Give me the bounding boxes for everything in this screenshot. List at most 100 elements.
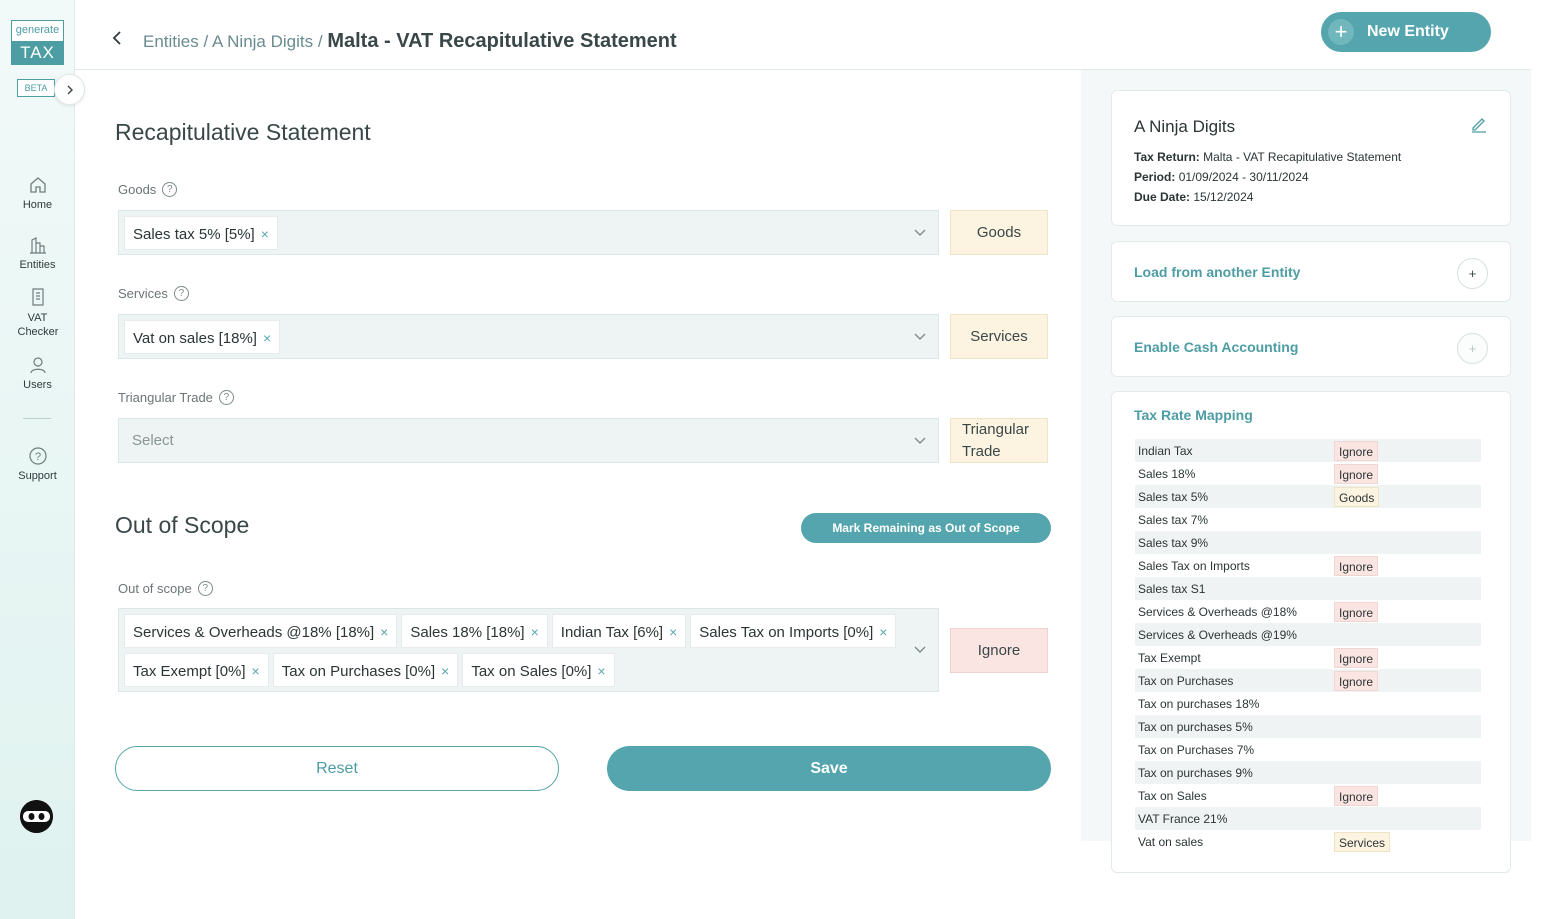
mapping-row: VAT France 21% [1135,807,1481,830]
nav-vat-checker-label: VAT Checker [17,312,59,338]
nav-users-label: Users [23,379,52,391]
nav-entities[interactable]: Entities [0,235,75,271]
remove-chip-icon[interactable]: × [669,624,677,640]
tax-rate-mapping-list: Indian Tax Ignore Sales 18% Ignore Sales tax… [1135,439,1481,853]
tax-rate-mapping-title: Tax Rate Mapping [1134,407,1253,423]
chevron-right-icon [67,85,73,94]
ninja-avatar-icon [20,800,53,833]
mapping-row-value: Ignore [1334,463,1379,484]
building-icon [29,237,46,254]
mapping-row-name: Sales tax 5% [1138,489,1209,504]
mapping-row-name: Tax on Purchases 7% [1138,742,1255,757]
chevron-down-icon [914,437,926,444]
section-title-recapitulative: Recapitulative Statement [115,119,371,145]
chip-label: Tax on Purchases [0%] [281,663,436,680]
oos-chip: Services & Overheads @18% [18%] × [124,614,398,648]
user-icon [29,357,46,374]
cash-accounting-card[interactable]: Enable Cash Accounting + [1111,316,1511,377]
triangular-select[interactable]: Select [118,418,939,463]
remove-chip-icon[interactable]: × [263,330,271,346]
help-icon[interactable]: ? [173,286,189,301]
mapping-row-value: Ignore [1334,785,1379,806]
nav-home[interactable]: Home [0,175,75,211]
mapping-row-name: Tax on Sales [1138,788,1207,803]
triangular-label: Triangular Trade ? [118,390,234,405]
save-button[interactable]: Save [607,746,1051,791]
remove-chip-icon[interactable]: × [879,624,887,640]
help-icon[interactable]: ? [162,182,178,197]
edit-entity-button[interactable] [1470,115,1488,138]
chevron-left-icon [112,31,121,45]
chip-label: Sales Tax on Imports [0%] [699,624,874,641]
help-icon[interactable]: ? [197,581,213,596]
nav-users[interactable]: Users [0,355,75,391]
logo-bottom-text: TAX [12,41,63,65]
mapping-row-name: Vat on sales [1138,834,1204,849]
nav-support[interactable]: ? Support [0,446,75,482]
sidebar-expand-button[interactable] [54,74,85,105]
remove-chip-icon[interactable]: × [380,624,388,640]
remove-chip-icon[interactable]: × [597,663,605,679]
new-entity-button[interactable]: + New Entity [1321,12,1491,52]
nav-home-label: Home [22,199,53,211]
ignore-tag: Ignore [950,628,1048,673]
chip-row: Tax Exempt [0%] × Tax on Purchases [0%] × Ta… [124,653,898,692]
services-select[interactable]: Vat on sales [18%] × [118,314,939,359]
remove-chip-icon[interactable]: × [441,663,449,679]
pencil-icon [1472,118,1486,133]
header: Entities / A Ninja Digits / Malta - VAT … [75,0,1531,70]
out-of-scope-select[interactable]: Services & Overheads @18% [18%] × Sales 18… [118,608,939,692]
breadcrumb-entities[interactable]: Entities [143,32,199,51]
beta-badge: BETA [17,79,55,97]
tax-rate-mapping-card: Tax Rate Mapping Indian Tax Ignore Sales 1… [1111,391,1511,873]
mapping-row: Vat on sales Services [1135,830,1481,853]
mapping-row-name: Sales tax 9% [1138,535,1209,550]
load-from-entity-expand-button[interactable]: + [1457,258,1488,289]
new-entity-label: New Entity [1367,23,1449,40]
mapping-row: Tax on purchases 9% [1135,761,1481,784]
oos-label: Out of scope ? [118,581,213,596]
help-icon[interactable]: ? [218,390,234,405]
mapping-row-name: Sales Tax on Imports [1138,558,1250,573]
mapping-row: Sales tax 5% Goods [1135,485,1481,508]
remove-chip-icon[interactable]: × [252,663,260,679]
mapping-row: Tax on purchases 5% [1135,715,1481,738]
period-key: Period: [1134,170,1176,184]
avatar[interactable] [20,800,53,833]
goods-label: Goods ? [118,182,178,197]
goods-select[interactable]: Sales tax 5% [5%] × [118,210,939,255]
chip-label: Sales tax 5% [5%] [133,226,255,243]
mapping-row: Tax Exempt Ignore [1135,646,1481,669]
logo[interactable]: generate TAX [11,20,64,65]
due-date-key: Due Date: [1134,190,1191,204]
due-date-line: Due Date: 15/12/2024 [1134,190,1253,204]
reset-button[interactable]: Reset [115,746,559,791]
back-button[interactable] [110,30,124,51]
chip-label: Services & Overheads @18% [18%] [133,624,375,641]
chip-label: Tax Exempt [0%] [133,663,246,680]
services-label: Services ? [118,286,189,301]
mapping-row-name: Services & Overheads @19% [1138,627,1297,642]
nav-vat-checker[interactable]: VAT Checker [0,287,75,339]
mapping-row-name: Tax on purchases 5% [1138,719,1253,734]
oos-chip: Tax Exempt [0%] × [124,653,269,687]
oos-chip: Tax on Purchases [0%] × [272,653,459,687]
mapping-row-name: Indian Tax [1138,443,1193,458]
tax-return-line: Tax Return: Malta - VAT Recapitulative S… [1134,150,1401,164]
chevron-down-icon [914,333,926,340]
mapping-row-name: Services & Overheads @18% [1138,604,1297,619]
mapping-row-name: Sales tax S1 [1138,581,1206,596]
cash-accounting-expand-button[interactable]: + [1457,333,1488,364]
breadcrumb-entity[interactable]: A Ninja Digits [212,32,313,51]
oos-chip: Sales 18% [18%] × [401,614,548,648]
load-from-entity-card[interactable]: Load from another Entity + [1111,241,1511,302]
mapping-row-value: Ignore [1334,555,1379,576]
entity-name: A Ninja Digits [1134,117,1236,136]
goods-tag: Goods [950,210,1048,255]
triangular-placeholder: Select [132,432,174,449]
remove-chip-icon[interactable]: × [531,624,539,640]
mark-remaining-out-of-scope-button[interactable]: Mark Remaining as Out of Scope [801,513,1051,543]
remove-chip-icon[interactable]: × [261,226,269,242]
mapping-row: Sales tax 7% [1135,508,1481,531]
mapping-row-name: Tax Exempt [1138,650,1201,665]
